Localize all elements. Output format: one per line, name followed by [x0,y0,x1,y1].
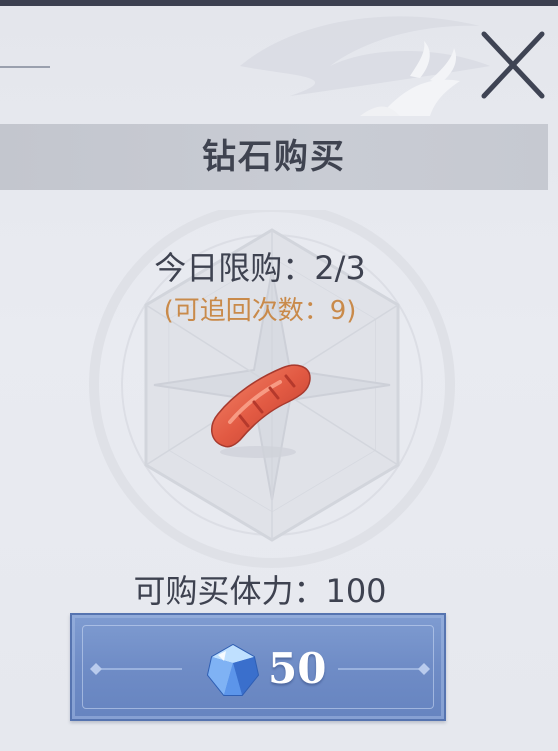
buy-button[interactable]: 50 [70,613,446,721]
decorative-line [0,66,50,68]
close-icon[interactable] [478,28,548,102]
diamond-icon [206,643,260,696]
dialog-title: 钻石购买 [202,137,346,177]
purchasable-stamina-text: 可购买体力：100 [133,572,387,610]
daily-limit-text: 今日限购：2/3 [154,249,366,287]
price-label: 50 [268,644,327,693]
sausage-icon [211,364,311,458]
recoverable-count-text: (可追回次数：9) [163,296,357,326]
title-bar: 钻石购买 [0,124,548,190]
diamond-purchase-dialog: 钻石购买 今日限购：2/3 (可追回次数：9) 可购买体力：100 50 [0,0,558,751]
